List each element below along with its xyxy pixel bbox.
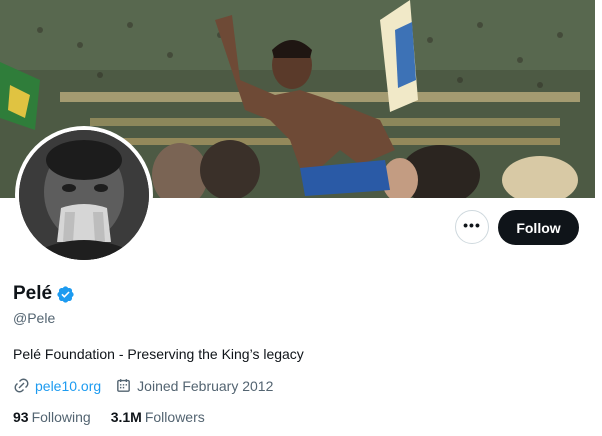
right-edge [595, 0, 602, 436]
following-label: Following [31, 409, 91, 425]
followers-link[interactable]: 3.1M Followers [111, 409, 205, 425]
profile-stats: 93 Following 3.1M Followers [13, 409, 205, 425]
calendar-icon [117, 379, 131, 392]
profile-bio: Pelé Foundation - Preserving the King’s … [13, 346, 304, 362]
profile-name-row: Pelé [13, 283, 75, 305]
following-count: 93 [13, 409, 29, 425]
link-icon [14, 378, 29, 393]
follow-button[interactable]: Follow [498, 210, 579, 245]
following-link[interactable]: 93 Following [13, 409, 91, 425]
followers-count: 3.1M [110, 409, 142, 425]
avatar-photo [19, 130, 149, 260]
profile-avatar[interactable] [15, 126, 153, 264]
profile-handle: @Pele [13, 310, 56, 326]
website-link[interactable]: pele10.org [35, 378, 101, 394]
more-options-button[interactable]: ••• [455, 210, 489, 244]
profile-meta: pele10.org Joined February 2012 [13, 377, 273, 394]
profile-name: Pelé [13, 283, 53, 304]
followers-label: Followers [144, 409, 205, 425]
joined-date: Joined February 2012 [137, 377, 274, 394]
verified-badge-icon[interactable] [56, 285, 75, 304]
ellipsis-icon: ••• [463, 217, 481, 233]
